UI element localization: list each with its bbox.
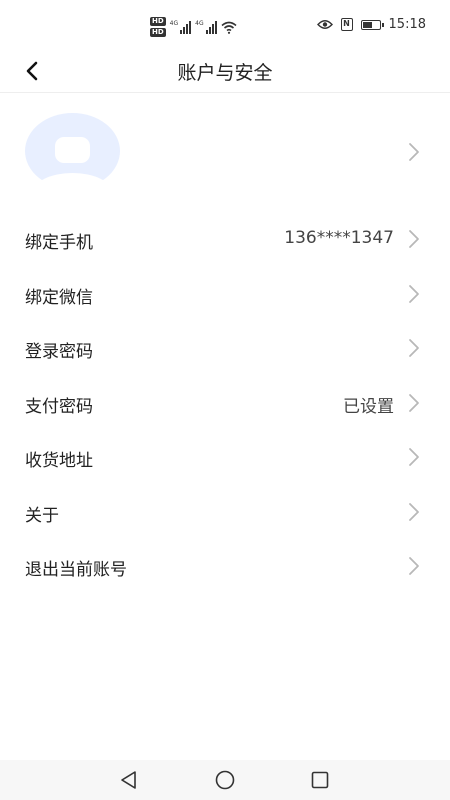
battery-icon [360, 19, 384, 30]
nfc-icon: N [340, 18, 353, 31]
settings-item-payment-password[interactable]: 支付密码 已设置 [0, 376, 450, 431]
battery-fill [362, 21, 372, 28]
settings-item-shipping-address[interactable]: 收货地址 [0, 430, 450, 485]
settings-item-label: 登录密码 [25, 342, 93, 362]
chevron-right-icon [409, 502, 419, 521]
hd-indicators: HD HD [150, 17, 166, 37]
eye-icon [316, 20, 333, 29]
app-header: 账户与安全 [0, 50, 450, 93]
back-triangle-icon[interactable] [117, 768, 141, 792]
avatar[interactable] [25, 113, 120, 189]
chevron-right-icon [409, 339, 419, 357]
avatar-row[interactable] [0, 104, 450, 199]
settings-item-value: 已设置 [343, 396, 394, 417]
hd-icon: HD [150, 28, 166, 37]
settings-item-logout[interactable]: 退出当前账号 [0, 539, 450, 594]
settings-item-value: 136****1347 [284, 228, 394, 248]
clock: 15:18 [388, 17, 426, 32]
settings-item-label: 退出当前账号 [25, 560, 127, 580]
status-bar: HD HD 4G 4G N 15:18 [0, 0, 450, 50]
chevron-right-icon [409, 284, 419, 303]
network-type-label: 4G [195, 20, 204, 27]
settings-item-label: 收货地址 [25, 451, 93, 471]
status-left: HD HD 4G 4G [150, 14, 237, 40]
chevron-right-icon [409, 448, 419, 466]
settings-item-label: 关于 [25, 505, 59, 526]
status-right: N 15:18 [316, 17, 426, 32]
signal-icon: 4G [169, 20, 192, 34]
chevron-right-icon [409, 557, 419, 575]
settings-item-login-password[interactable]: 登录密码 [0, 321, 450, 376]
chevron-right-icon [409, 230, 419, 248]
signal-icon: 4G [195, 20, 217, 34]
system-nav-bar [0, 760, 450, 800]
settings-item-about[interactable]: 关于 [0, 485, 450, 540]
home-circle-icon[interactable] [213, 768, 237, 792]
recents-square-icon[interactable] [308, 768, 332, 792]
settings-item-label: 绑定微信 [25, 287, 93, 308]
settings-item-label: 支付密码 [25, 396, 93, 417]
settings-item-label: 绑定手机 [25, 233, 93, 253]
page-title: 账户与安全 [177, 62, 273, 84]
settings-list: 绑定手机 136****1347 绑定微信 登录密码 支付密码 已设置 收货地址… [0, 212, 450, 594]
hd-icon: HD [150, 17, 166, 26]
settings-item-bind-phone[interactable]: 绑定手机 136****1347 [0, 212, 450, 267]
wifi-icon [221, 21, 237, 34]
settings-item-bind-wechat[interactable]: 绑定微信 [0, 267, 450, 322]
network-type-label: 4G [169, 20, 179, 27]
chevron-right-icon [409, 393, 419, 412]
chevron-right-icon [409, 143, 419, 161]
